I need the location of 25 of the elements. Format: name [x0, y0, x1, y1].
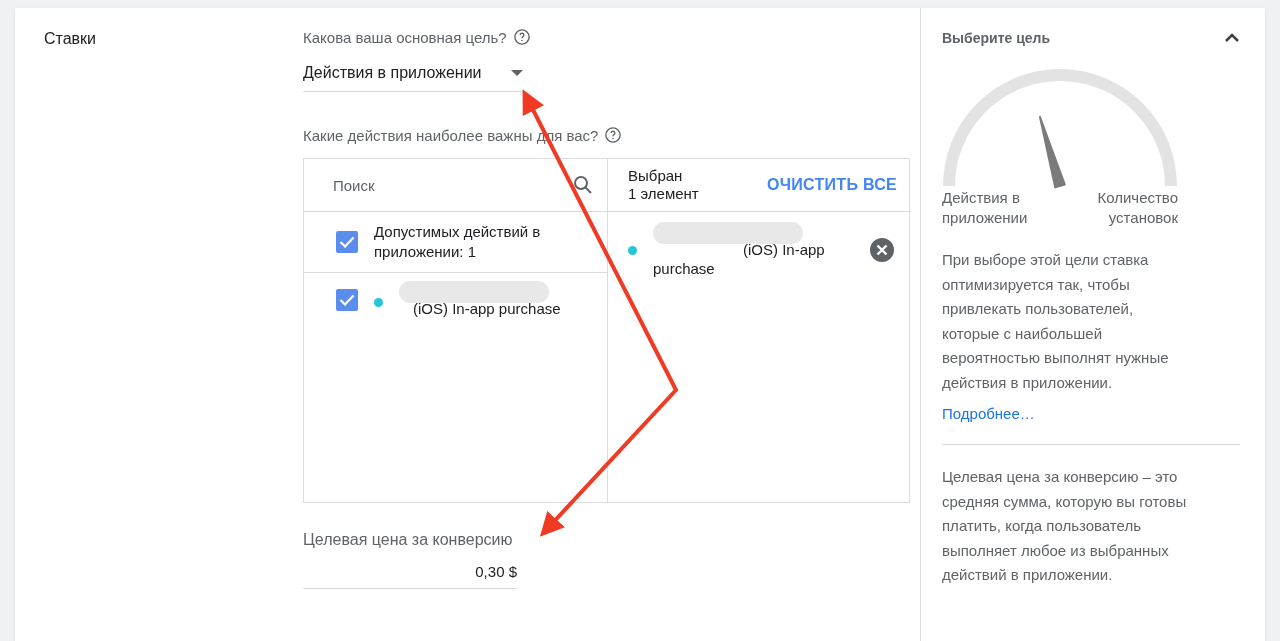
selected-count: 1 элемент — [628, 185, 699, 203]
gauge-right-label: Количество установок — [1096, 188, 1178, 228]
panel-title: Выберите цель — [942, 30, 1051, 46]
learn-more-link[interactable]: Подробнее… — [942, 405, 1035, 422]
action-checkbox[interactable] — [336, 288, 358, 311]
gauge-left-label: Действия в приложении — [942, 188, 1029, 228]
target-cpa-field[interactable]: 0,30 $ — [303, 563, 517, 589]
select-all-label: Допустимых действий в приложении: 1 — [374, 222, 542, 262]
goal-dropdown[interactable]: Действия в приложении — [303, 64, 523, 92]
section-title: Ставки — [44, 30, 98, 48]
selected-title: Выбран — [628, 167, 684, 185]
remove-icon[interactable] — [869, 237, 895, 263]
goal-description: При выборе этой цели ставка оптимизируется так, чтобы привлекать пользователей, которые с наибольшей вероятностью выполнят нужные действия в приложении. — [942, 250, 1170, 393]
action-label: (iOS) In-app purchase — [653, 240, 826, 278]
help-icon[interactable] — [512, 28, 531, 46]
target-cpa-label: Целевая цена за конверсию — [303, 531, 514, 549]
action-label: (iOS) In-app purchase — [412, 299, 562, 318]
select-all-checkbox[interactable] — [336, 231, 358, 253]
clear-all-link[interactable]: ОЧИСТИТЬ ВСЕ — [766, 176, 897, 194]
chevron-icon[interactable] — [1224, 32, 1240, 44]
goal-question: Какова ваша основная цель? — [303, 28, 507, 46]
caret-icon — [511, 69, 523, 77]
help-icon[interactable] — [604, 126, 623, 144]
cpa-description: Целевая цена за конверсию – это средняя сумма, которую вы готовы платить, когда пользователь выполняет любое из выбранных действий в приложении. — [942, 467, 1188, 585]
search-icon[interactable] — [573, 175, 593, 195]
